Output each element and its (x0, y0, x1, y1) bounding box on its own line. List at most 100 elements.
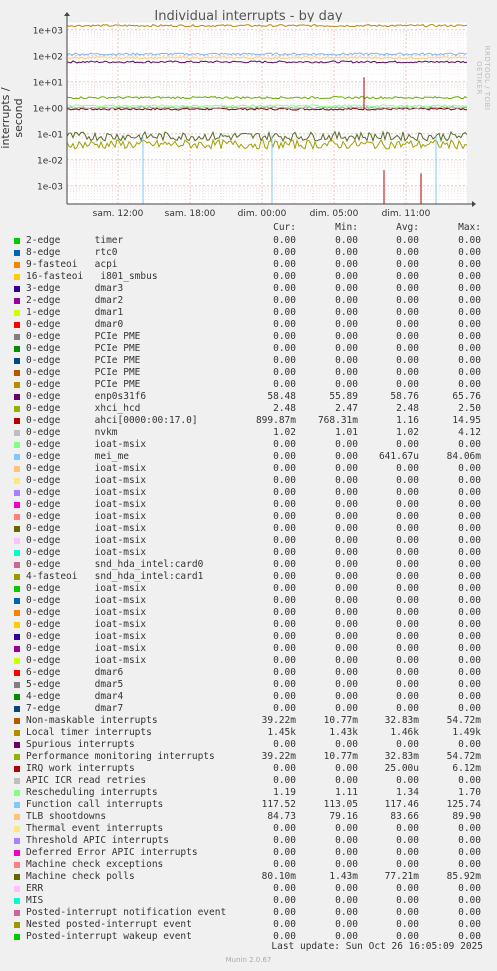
legend-max-value: 2.50 (458, 403, 481, 414)
legend-swatch (14, 694, 20, 700)
legend-row: Threshold APIC interrupts 0.00 0.00 0.00 0.0… (14, 835, 494, 847)
legend-max-value: 89.90 (452, 811, 481, 822)
legend-max-value: 1.70 (458, 787, 481, 798)
legend-max-value: 0.00 (458, 259, 481, 270)
legend-max-value: 54.72m (446, 751, 481, 762)
legend-swatch (14, 538, 20, 544)
legend-swatch (14, 910, 20, 916)
legend-row: 0-edge ioat-msix 0.00 0.00 0.00 0.00 (14, 643, 494, 655)
legend-series-name: 0-edge dmar0 (26, 319, 124, 330)
legend-max-value: 0.00 (458, 307, 481, 318)
legend-row: 2-edge dmar2 0.00 0.00 0.00 0.00 (14, 295, 494, 307)
legend-row: Rescheduling interrupts 1.19 1.11 1.34 1.70 (14, 787, 494, 799)
legend-max-value: 0.00 (458, 583, 481, 594)
x-tick-label: sam. 12:00 (93, 209, 144, 219)
legend-swatch (14, 658, 20, 664)
legend-max-value: 0.00 (458, 523, 481, 534)
legend-row: 0-edge ioat-msix 0.00 0.00 0.00 0.00 (14, 655, 494, 667)
legend-series-name: 0-edge nvkm (26, 427, 118, 438)
legend-max-value: 0.00 (458, 919, 481, 930)
plot-area (67, 22, 467, 204)
legend-row: 0-edge ioat-msix 0.00 0.00 0.00 0.00 (14, 607, 494, 619)
legend-max-value: 0.00 (458, 619, 481, 630)
legend-max-value: 0.00 (458, 463, 481, 474)
legend-max-value: 0.00 (458, 247, 481, 258)
legend-swatch (14, 574, 20, 580)
legend-max-value: 0.00 (458, 835, 481, 846)
legend-row: Machine check exceptions 0.00 0.00 0.00 0.00 (14, 859, 494, 871)
legend-swatch (14, 754, 20, 760)
legend-row: Nested posted-interrupt event 0.00 0.00 0.0… (14, 919, 494, 931)
legend-swatch (14, 358, 20, 364)
legend-series-name: 0-edge ioat-msix (26, 583, 147, 594)
legend-row: 0-edge ioat-msix 0.00 0.00 0.00 0.00 (14, 619, 494, 631)
legend-series-name: 0-edge ioat-msix (26, 499, 147, 510)
legend-row: 8-edge rtc0 0.00 0.00 0.00 0.00 (14, 247, 494, 259)
legend-swatch (14, 802, 20, 808)
legend-series-name: 0-edge PCIe PME (26, 331, 141, 342)
legend-swatch (14, 838, 20, 844)
legend-max-value: 4.12 (458, 427, 481, 438)
legend-swatch (14, 730, 20, 736)
legend-row: 0-edge ioat-msix 0.00 0.00 0.00 0.00 (14, 499, 494, 511)
legend-row: 0-edge ioat-msix 0.00 0.00 0.00 0.00 (14, 463, 494, 475)
legend-series-name: Spurious interrupts (26, 739, 135, 750)
legend-row: 16-fasteoi i801_smbus 0.00 0.00 0.00 0.00 (14, 271, 494, 283)
legend-series-name: 0-edge ioat-msix (26, 643, 147, 654)
legend-swatch (14, 490, 20, 496)
legend-series-name: 0-edge PCIe PME (26, 379, 141, 390)
legend-row: Thermal event interrupts 0.00 0.00 0.00 0.00 (14, 823, 494, 835)
legend-max-value: 0.00 (458, 883, 481, 894)
legend-series-name: 0-edge ioat-msix (26, 655, 147, 666)
legend-row: 4-edge dmar4 0.00 0.00 0.00 0.00 (14, 691, 494, 703)
legend-max-value: 0.00 (458, 235, 481, 246)
y-axis-arrow (64, 12, 70, 16)
legend-row: 0-edge mei_me 0.00 0.00 641.67u 84.06m (14, 451, 494, 463)
legend-swatch (14, 430, 20, 436)
legend-series-name: 0-edge ioat-msix (26, 535, 147, 546)
legend-series-name: 3-edge dmar3 (26, 283, 124, 294)
legend-max-value: 65.76 (452, 391, 481, 402)
legend-swatch (14, 310, 20, 316)
legend-row: Function call interrupts 117.52 113.05 117.… (14, 799, 494, 811)
y-tick-label: 1e+00 (33, 104, 64, 114)
legend-row: 2-edge timer 0.00 0.00 0.00 0.00 (14, 235, 494, 247)
legend-swatch (14, 262, 20, 268)
legend-swatch (14, 346, 20, 352)
legend-max-value: 0.00 (458, 859, 481, 870)
legend-swatch (14, 250, 20, 256)
y-tick-label: 1e-02 (37, 156, 63, 166)
legend-row: MIS 0.00 0.00 0.00 0.00 (14, 895, 494, 907)
legend-series-name: 0-edge ioat-msix (26, 439, 147, 450)
legend-max-value: 0.00 (458, 907, 481, 918)
legend-series-name: IRQ work interrupts (26, 763, 135, 774)
legend-series-name: 0-edge ioat-msix (26, 595, 147, 606)
legend-max-value: 0.00 (458, 355, 481, 366)
legend-max-value: 0.00 (458, 487, 481, 498)
legend-max-value: 0.00 (458, 823, 481, 834)
legend-series-name: Nested posted-interrupt event (26, 919, 192, 930)
legend-series-name: 0-edge ioat-msix (26, 523, 147, 534)
legend-row: APIC ICR read retries 0.00 0.00 0.00 0.00 (14, 775, 494, 787)
y-tick-label: 1e-03 (37, 182, 63, 192)
legend-row: 0-edge ioat-msix 0.00 0.00 0.00 0.00 (14, 439, 494, 451)
legend-row: 0-edge enp0s31f6 58.48 55.89 58.76 65.76 (14, 391, 494, 403)
legend-max-value: 54.72m (446, 715, 481, 726)
legend-series-name: APIC ICR read retries (26, 775, 147, 786)
legend-series-name: Deferred Error APIC interrupts (26, 847, 198, 858)
legend-series-name: 0-edge ioat-msix (26, 511, 147, 522)
legend-swatch (14, 670, 20, 676)
legend-max-value: 6.12m (452, 763, 481, 774)
legend-series-name: TLB shootdowns (26, 811, 107, 822)
legend-row: 0-edge ahci[0000:00:17.0] 899.87m 768.31m 1… (14, 415, 494, 427)
legend-max-value: 0.00 (458, 631, 481, 642)
legend-series-name: 0-edge ioat-msix (26, 463, 147, 474)
x-tick-label: dim. 00:00 (238, 209, 287, 219)
legend-series-name: 0-edge PCIe PME (26, 343, 141, 354)
legend-series-name: Thermal event interrupts (26, 823, 164, 834)
legend-swatch (14, 394, 20, 400)
legend-swatch (14, 478, 20, 484)
y-tick-label: 1e-01 (37, 130, 63, 140)
legend-series-name: Machine check exceptions (26, 859, 164, 870)
legend-max-value: 1.49k (452, 727, 481, 738)
